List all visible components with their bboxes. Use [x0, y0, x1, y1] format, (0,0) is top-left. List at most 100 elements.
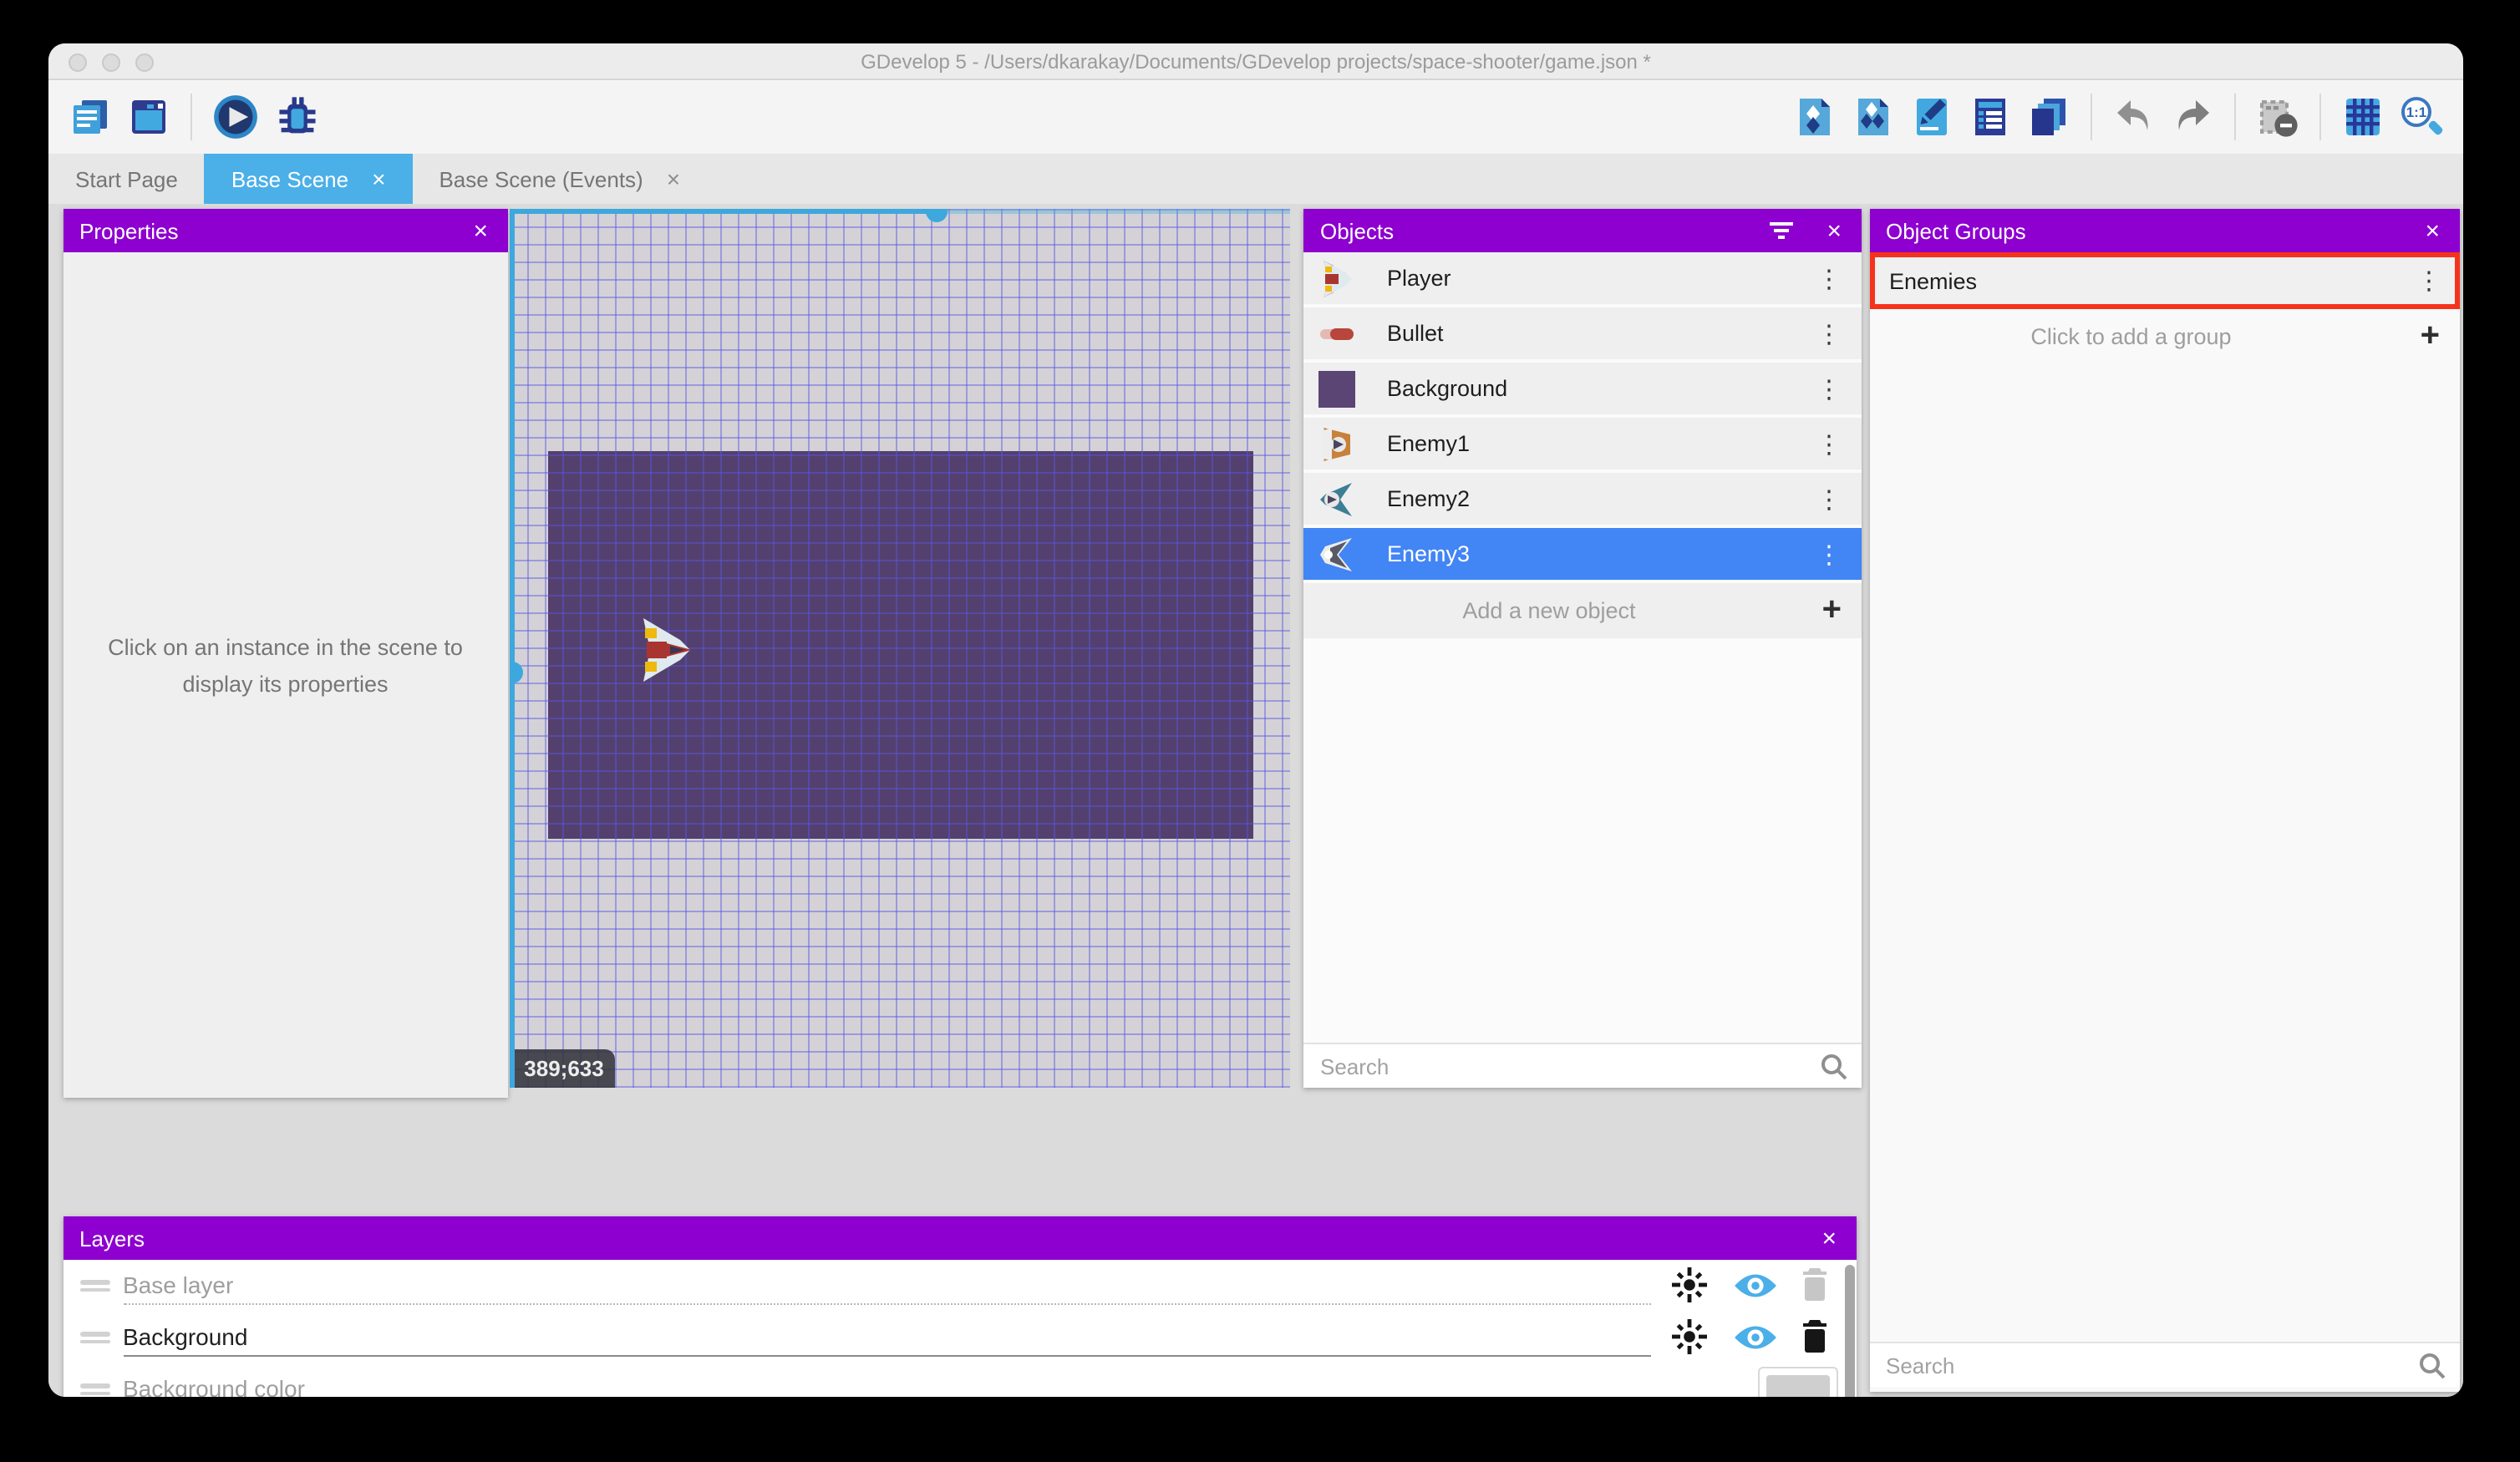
- enemy1-sprite-icon: [1317, 424, 1357, 464]
- toolbar-separator: [2091, 94, 2092, 140]
- add-group-label: Click to add a group: [1869, 324, 2393, 349]
- group-name: Enemies: [1889, 268, 2413, 293]
- plus-icon[interactable]: +: [1822, 591, 1842, 630]
- layer-effects-icon[interactable]: [1670, 1318, 1707, 1355]
- toggle-grid-icon[interactable]: [2341, 95, 2385, 139]
- kebab-menu-icon[interactable]: ⋮: [1813, 263, 1845, 293]
- zoom-1-1-icon[interactable]: 1:1: [2400, 95, 2443, 139]
- kebab-menu-icon[interactable]: ⋮: [1813, 429, 1845, 459]
- toolbar-right-group: 1:1: [1793, 80, 2443, 154]
- close-icon[interactable]: ×: [1818, 1224, 1840, 1252]
- layer-effects-icon[interactable]: [1670, 1267, 1707, 1303]
- zoom-ratio-label: 1:1: [2401, 97, 2431, 127]
- panel-title: Objects: [1320, 218, 1394, 243]
- group-row-enemies[interactable]: Enemies ⋮: [1869, 252, 2460, 309]
- object-row-bullet[interactable]: Bullet ⋮: [1303, 307, 1862, 361]
- object-row-enemy3[interactable]: Enemy3 ⋮: [1303, 528, 1862, 581]
- layer-visibility-eye-icon[interactable]: [1732, 1323, 1777, 1352]
- drag-handle-icon[interactable]: [79, 1383, 109, 1395]
- tab-base-scene[interactable]: Base Scene ×: [205, 154, 413, 204]
- object-name: Enemy2: [1387, 486, 1813, 511]
- object-name: Player: [1387, 266, 1813, 291]
- layer-row-background[interactable]: Background: [63, 1312, 1857, 1363]
- layer-row-background-color[interactable]: Background color: [63, 1363, 1857, 1397]
- undo-icon[interactable]: [2112, 95, 2156, 139]
- gdevelop-window: GDevelop 5 - /Users/dkarakay/Documents/G…: [48, 43, 2463, 1397]
- kebab-menu-icon[interactable]: ⋮: [1813, 318, 1845, 348]
- tab-start-page[interactable]: Start Page: [48, 154, 205, 204]
- objects-search-input[interactable]: [1303, 1044, 1862, 1088]
- objects-search: [1303, 1043, 1862, 1088]
- layer-name-field[interactable]: Base layer: [123, 1268, 1650, 1305]
- instances-list-icon[interactable]: [1969, 95, 2012, 139]
- start-page-icon[interactable]: [127, 95, 170, 139]
- window-title: GDevelop 5 - /Users/dkarakay/Documents/G…: [48, 50, 2463, 74]
- object-groups-editor-icon[interactable]: [1852, 95, 1895, 139]
- layers-panel-header: Layers ×: [63, 1216, 1857, 1260]
- layers-scrollbar[interactable]: [1844, 1265, 1854, 1397]
- project-manager-icon[interactable]: [69, 95, 112, 139]
- object-row-background[interactable]: Background ⋮: [1303, 363, 1862, 416]
- drag-handle-icon[interactable]: [79, 1332, 109, 1343]
- editor-content: Properties × Click on an instance in the…: [48, 204, 2463, 1397]
- properties-panel-icon[interactable]: [1910, 95, 1954, 139]
- debug-icon[interactable]: [274, 94, 321, 140]
- objects-editor-icon[interactable]: [1793, 95, 1837, 139]
- background-color-label: Background color: [123, 1372, 1750, 1397]
- background-sprite-icon: [1317, 368, 1357, 409]
- play-preview-icon[interactable]: [212, 94, 259, 140]
- scene-canvas[interactable]: 389;633: [510, 209, 1290, 1088]
- groups-search-input[interactable]: [1869, 1343, 2460, 1387]
- object-name: Enemy3: [1387, 541, 1813, 566]
- kebab-menu-icon[interactable]: ⋮: [1813, 484, 1845, 514]
- object-groups-panel: Object Groups × Enemies ⋮ Click to add a…: [1869, 209, 2460, 1392]
- delete-layer-trash-icon: [1797, 1267, 1831, 1303]
- layers-editor-icon[interactable]: [2027, 95, 2070, 139]
- objects-panel-header: Objects ×: [1303, 209, 1862, 252]
- enemy2-sprite-icon: [1317, 479, 1357, 519]
- kebab-menu-icon[interactable]: ⋮: [1813, 373, 1845, 404]
- layer-row-base[interactable]: Base layer: [63, 1260, 1857, 1312]
- drag-handle-icon[interactable]: [79, 1280, 109, 1292]
- add-object-row[interactable]: Add a new object +: [1303, 583, 1862, 638]
- properties-panel-header: Properties ×: [63, 209, 508, 252]
- tab-base-scene-events[interactable]: Base Scene (Events) ×: [412, 154, 707, 204]
- grid-overlay: [510, 209, 1290, 1088]
- filter-icon[interactable]: [1766, 219, 1796, 242]
- layer-visibility-eye-icon[interactable]: [1732, 1272, 1777, 1300]
- toolbar-separator: [2234, 94, 2236, 140]
- plus-icon[interactable]: +: [2421, 317, 2440, 356]
- kebab-menu-icon[interactable]: ⋮: [1813, 539, 1845, 569]
- delete-layer-trash-icon[interactable]: [1797, 1318, 1831, 1355]
- add-object-label: Add a new object: [1303, 598, 1795, 623]
- selection-edge-top-faded: [937, 209, 1290, 213]
- properties-empty-message: Click on an instance in the scene to dis…: [93, 630, 478, 702]
- tab-label: Start Page: [75, 166, 178, 191]
- panel-title: Layers: [79, 1226, 145, 1251]
- selection-edge-top: [510, 209, 937, 213]
- close-icon[interactable]: ×: [470, 216, 491, 245]
- properties-panel: Properties × Click on an instance in the…: [63, 209, 508, 1098]
- toolbar: 1:1: [48, 80, 2463, 154]
- toolbar-left-group: [69, 80, 321, 154]
- object-row-player[interactable]: Player ⋮: [1303, 252, 1862, 306]
- add-group-row[interactable]: Click to add a group +: [1869, 309, 2460, 364]
- close-tab-icon[interactable]: ×: [667, 165, 680, 192]
- editor-tabbar: Start Page Base Scene × Base Scene (Even…: [48, 154, 2463, 204]
- toggle-mask-icon[interactable]: [2256, 95, 2299, 139]
- close-icon[interactable]: ×: [1823, 216, 1845, 245]
- close-icon[interactable]: ×: [2421, 216, 2443, 245]
- object-groups-panel-header: Object Groups ×: [1869, 209, 2460, 252]
- player-instance[interactable]: [633, 617, 694, 683]
- search-icon: [1820, 1053, 1848, 1081]
- layers-panel: Layers × Base layer: [63, 1216, 1857, 1397]
- kebab-menu-icon[interactable]: ⋮: [2413, 266, 2445, 296]
- toolbar-separator: [191, 94, 192, 140]
- object-row-enemy1[interactable]: Enemy1 ⋮: [1303, 418, 1862, 471]
- object-row-enemy2[interactable]: Enemy2 ⋮: [1303, 473, 1862, 526]
- tab-label: Base Scene (Events): [439, 166, 643, 191]
- background-color-swatch[interactable]: [1757, 1367, 1837, 1397]
- redo-icon[interactable]: [2171, 95, 2214, 139]
- close-tab-icon[interactable]: ×: [372, 165, 385, 192]
- layer-name-field[interactable]: Background: [123, 1320, 1650, 1357]
